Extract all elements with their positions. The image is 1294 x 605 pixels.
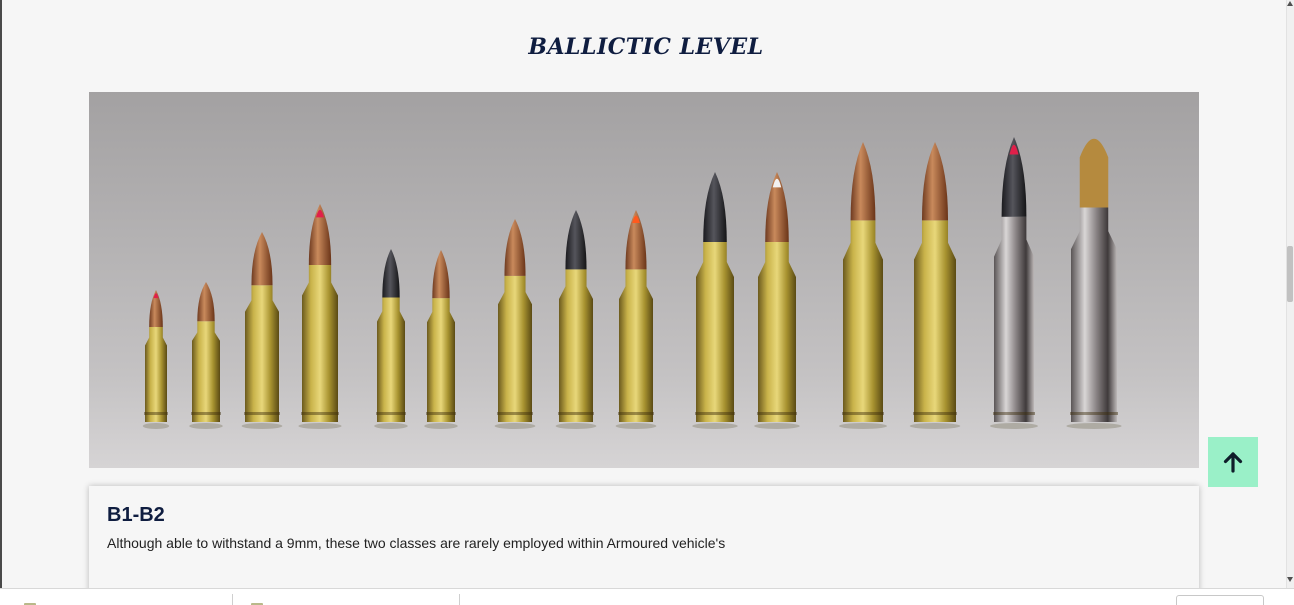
cartridge-5 (374, 249, 408, 429)
download-bar (0, 588, 1294, 605)
card-description: Although able to withstand a 9mm, these … (107, 535, 726, 551)
cartridge-8 (555, 210, 597, 429)
section-title: BALLICTIC LEVEL (528, 34, 764, 60)
cartridge-3 (241, 232, 283, 429)
cartridge-15 (1066, 138, 1122, 429)
cartridges-illustration (142, 137, 1122, 429)
ballistic-card: B1-B2 Although able to withstand a 9mm, … (89, 486, 1199, 588)
cartridge-13 (909, 142, 961, 429)
card-title: B1-B2 (107, 504, 165, 526)
cartridge-12 (839, 142, 887, 429)
scrollbar-thumb[interactable] (1287, 246, 1293, 302)
arrow-up-icon (1223, 452, 1243, 473)
cartridge-7 (494, 219, 536, 429)
cartridge-9 (615, 210, 657, 429)
cartridge-6 (424, 250, 458, 429)
cartridge-4 (298, 204, 342, 429)
hero-image (89, 92, 1199, 468)
download-bar-divider (459, 594, 460, 605)
cartridge-11 (754, 172, 800, 429)
cartridge-14 (990, 137, 1038, 429)
download-bar-divider (232, 594, 233, 605)
scroll-down-arrow-icon[interactable] (1287, 577, 1293, 582)
scroll-to-top-button[interactable] (1208, 437, 1258, 487)
page-content: BALLICTIC LEVEL B1-B2 Although able to w… (2, 0, 1286, 588)
cartridge-10 (692, 172, 738, 429)
vertical-scrollbar[interactable] (1286, 0, 1294, 588)
scroll-up-arrow-icon[interactable] (1287, 1, 1293, 6)
cartridge-1 (142, 290, 170, 429)
show-all-button[interactable] (1176, 595, 1264, 605)
cartridge-2 (189, 282, 223, 429)
